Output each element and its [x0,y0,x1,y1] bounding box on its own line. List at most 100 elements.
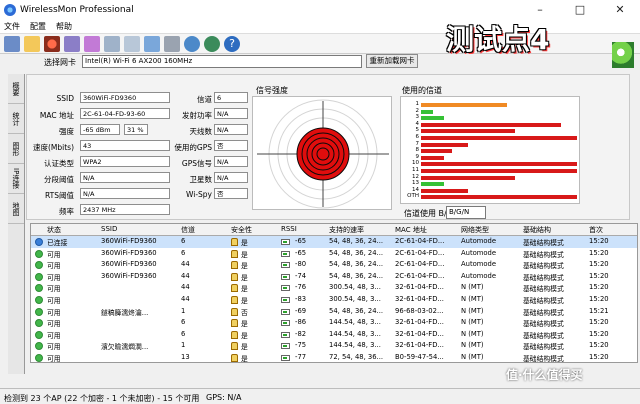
table-cell: N (MT) [461,353,484,361]
table-row[interactable]: 可用 360WiFi-FD9360 44 是 -80 54, 48, 36, 24... 2… [31,259,637,271]
table-row[interactable]: 可用 44 是 -76 300.54, 48, 3... 32-61-04-FD... N … [31,282,637,294]
table-cell: -80 [295,260,307,269]
table-cell: 可用 [47,285,61,294]
table-cell: -86 [295,318,307,327]
record-icon[interactable] [44,36,60,52]
adapter-select[interactable]: Intel(R) Wi-Fi 6 AX200 160MHz [82,55,362,68]
signal-icon [281,262,290,269]
table-cell: 54, 48, 36, 24... [329,260,384,269]
table-row[interactable]: 可用 13 是 -77 72, 54, 48, 36... B0-59-47-54... N… [31,352,637,363]
help-icon[interactable]: ? [224,36,240,52]
menu-help[interactable]: 帮助 [56,21,72,32]
table-cell: 32-61-04-FD... [395,329,444,338]
table-row[interactable]: 可用 360WiFi-FD9360 6 是 -65 54, 48, 36, 24... 2C… [31,248,637,260]
column-header[interactable]: 首次 [589,225,603,235]
table-cell: 可用 [47,250,61,259]
status-icon [35,238,43,246]
printer-icon[interactable] [104,36,120,52]
table-row[interactable]: 已连接 360WiFi-FD9360 6 是 -65 54, 48, 36, 24... 2… [31,236,637,248]
column-header[interactable]: SSID [101,225,117,233]
column-header[interactable]: 网络类型 [461,225,489,235]
settings-icon[interactable] [64,36,80,52]
print-preview-icon[interactable] [124,36,140,52]
channel-bar-12 [421,175,515,180]
table-cell: 否 [241,308,248,317]
table-row[interactable]: 可用 鐩稿簲濡炵瀹... 1 否 -69 54, 48, 36, 24... 96-68-0… [31,306,637,318]
column-header[interactable]: 安全性 [231,225,252,235]
gps-signal-label: GPS信号 [181,159,212,168]
folder-icon[interactable] [24,36,40,52]
lock-icon [231,238,238,246]
close-button[interactable]: ✕ [600,0,640,20]
gps-signal-field: N/A [214,156,248,167]
column-header[interactable]: 状态 [47,225,61,235]
table-cell: 15:20 [589,283,609,292]
rts-label: RTS阈值 [44,191,74,200]
phone-icon[interactable] [164,36,180,52]
channel-label-6: 6 [415,134,420,140]
network-icon[interactable] [84,36,100,52]
channel-bar-2 [421,109,433,114]
signal-radar-graphic [257,99,389,209]
table-row[interactable]: 可用 6 是 -82 144.54, 48, 3... 32-61-04-FD... N (… [31,329,637,341]
maximize-button[interactable]: □ [560,0,600,20]
channel-label-OTH: OTH [407,193,419,200]
menu-config[interactable]: 配置 [30,21,46,32]
table-cell: 可用 [47,355,61,363]
table-row[interactable]: 可用 44 是 -83 300.54, 48, 3... 32-61-04-FD... N … [31,294,637,306]
column-header[interactable]: MAC 地址 [395,225,427,235]
table-cell: Automode [461,237,497,245]
mac-label: MAC 地址 [39,111,74,120]
title-bar: WirelessMon Professional – □ ✕ [0,0,640,20]
table-cell: 可用 [47,320,61,329]
overlay-title: 测试点4 [446,23,550,56]
table-row[interactable]: 可用 6 是 -86 144.54, 48, 3... 32-61-04-FD... N (… [31,317,637,329]
edit-icon[interactable] [144,36,160,52]
column-header[interactable]: 基础结构 [523,225,551,235]
channel-panel-title: 使用的信道 [402,86,442,95]
table-cell: -82 [295,329,307,338]
table-cell: N (MT) [461,295,484,303]
channel-bar-3 [421,116,444,121]
channel-field: 6 [214,92,248,103]
strength-label: 强度 [59,127,74,136]
table-cell: 1 [181,341,186,350]
channel-bar-11 [421,169,577,173]
table-cell: 54, 48, 36, 24... [329,271,384,280]
antenna-field: N/A [214,124,248,135]
table-cell: -83 [295,295,307,303]
reload-adapter-button[interactable]: 重新加载网卡 [366,54,418,68]
column-header[interactable]: RSSI [281,225,297,233]
refresh-icon[interactable] [204,36,220,52]
satellite-field: N/A [214,172,248,183]
table-row[interactable]: 可用 360WiFi-FD9360 44 是 -74 54, 48, 36, 24... 2… [31,271,637,283]
column-header[interactable]: 信道 [181,225,195,235]
tx-field: N/A [214,108,248,119]
channel-label-5: 5 [415,127,420,134]
globe-icon[interactable] [184,36,200,52]
table-cell: 2C-61-04-FD... [395,271,445,280]
table-cell: N (MT) [461,329,484,338]
column-header[interactable]: 支持的速率 [329,225,364,235]
table-cell: Automode [461,248,497,257]
table-cell: 15:21 [589,306,609,315]
ssid-label: SSID [56,94,74,103]
status-icon [35,342,43,351]
table-cell: 360WiFi-FD9360 [101,271,157,280]
channel-bar-13 [421,182,444,187]
minimize-button[interactable]: – [520,0,560,20]
channel-mode-select[interactable]: B/G/N [446,206,486,219]
table-row[interactable]: 可用 濱欠瞼濡燜澗... 1 是 -75 144.54, 48, 3... 32-61-04… [31,340,637,352]
rate-label: 速度(Mbits) [32,143,74,152]
signal-icon [281,273,290,280]
menu-file[interactable]: 文件 [4,21,20,32]
lock-icon [231,319,238,328]
table-cell: 144.54, 48, 3... [329,329,381,338]
save-icon[interactable] [4,36,20,52]
channel-label-1: 1 [415,101,420,107]
table-cell: 15:20 [589,271,609,280]
table-cell: 基础结构模式 [523,331,564,340]
channel-label-9: 9 [415,153,420,160]
channel-bar-14 [421,188,468,193]
table-cell: 44 [181,295,190,303]
